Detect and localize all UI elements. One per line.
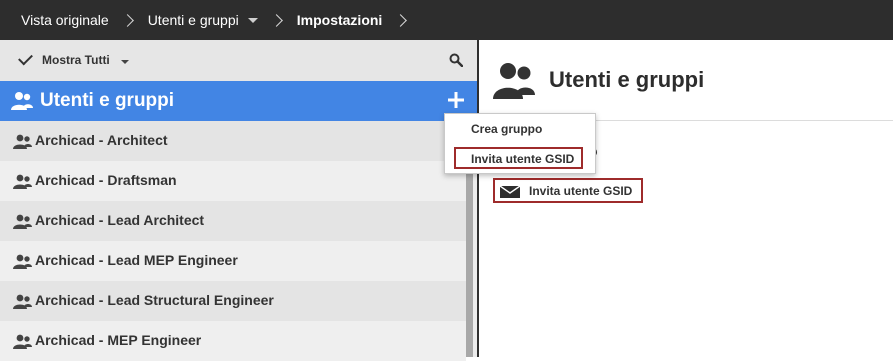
users-icon: [493, 63, 535, 99]
list-item-label: Archicad - Architect: [35, 132, 168, 148]
list-item[interactable]: Archicad - Lead MEP Engineer: [0, 241, 466, 281]
list-item-label: Archicad - Lead Architect: [35, 212, 205, 228]
page-title: Utenti e gruppi: [549, 67, 705, 92]
breadcrumb: Vista originale Utenti e gruppi Impostaz…: [0, 0, 893, 40]
caret-down-icon[interactable]: [121, 60, 129, 64]
chevron-right-icon: [394, 13, 408, 27]
invite-gsid-user-button[interactable]: Invita utente GSID: [493, 178, 643, 203]
list-item[interactable]: Archicad - Lead Structural Engineer: [0, 281, 466, 321]
users-icon: [13, 214, 32, 229]
plus-icon[interactable]: [448, 92, 464, 108]
breadcrumb-item-original-view[interactable]: Vista originale: [21, 0, 109, 40]
group-list: Archicad - Architect Archicad - Draftsma…: [0, 121, 466, 361]
users-icon: [13, 334, 32, 349]
users-icon: [13, 254, 32, 269]
search-icon[interactable]: [449, 53, 463, 67]
users-icon: [13, 134, 32, 149]
caret-down-icon[interactable]: [247, 17, 258, 23]
users-icon: [11, 92, 33, 110]
checkmark-icon: [18, 50, 33, 66]
breadcrumb-item-users-groups[interactable]: Utenti e gruppi: [148, 0, 258, 40]
list-item[interactable]: Archicad - Draftsman: [0, 161, 466, 201]
menu-item-invite-gsid-user[interactable]: Invita utente GSID: [454, 147, 583, 169]
menu-item-create-group[interactable]: Crea gruppo: [471, 122, 542, 136]
list-item-label: Archicad - Lead MEP Engineer: [35, 252, 238, 268]
list-item-label: Archicad - MEP Engineer: [35, 332, 202, 348]
users-groups-header[interactable]: Utenti e gruppi: [0, 81, 477, 121]
breadcrumb-item-settings[interactable]: Impostazioni: [297, 0, 383, 40]
list-item-label: Archicad - Lead Structural Engineer: [35, 292, 274, 308]
section-title: Utenti e gruppi: [40, 90, 175, 111]
envelope-icon: [500, 186, 520, 198]
chevron-right-icon: [269, 13, 283, 27]
filter-bar: Mostra Tutti: [0, 40, 477, 82]
filter-dropdown-label[interactable]: Mostra Tutti: [42, 53, 110, 67]
list-item[interactable]: Archicad - Lead Architect: [0, 201, 466, 241]
list-item-label: Archicad - Draftsman: [35, 172, 177, 188]
list-item[interactable]: Archicad - MEP Engineer: [0, 321, 466, 361]
chevron-right-icon: [120, 13, 134, 27]
list-item[interactable]: Archicad - Architect: [0, 121, 466, 161]
users-icon: [13, 294, 32, 309]
left-panel: Mostra Tutti Utenti e gruppi Archicad - …: [0, 40, 477, 361]
main-panel: Utenti e gruppi o Invita utente GSID: [479, 40, 893, 357]
users-icon: [13, 174, 32, 189]
add-menu: Crea gruppo Invita utente GSID: [444, 113, 596, 174]
